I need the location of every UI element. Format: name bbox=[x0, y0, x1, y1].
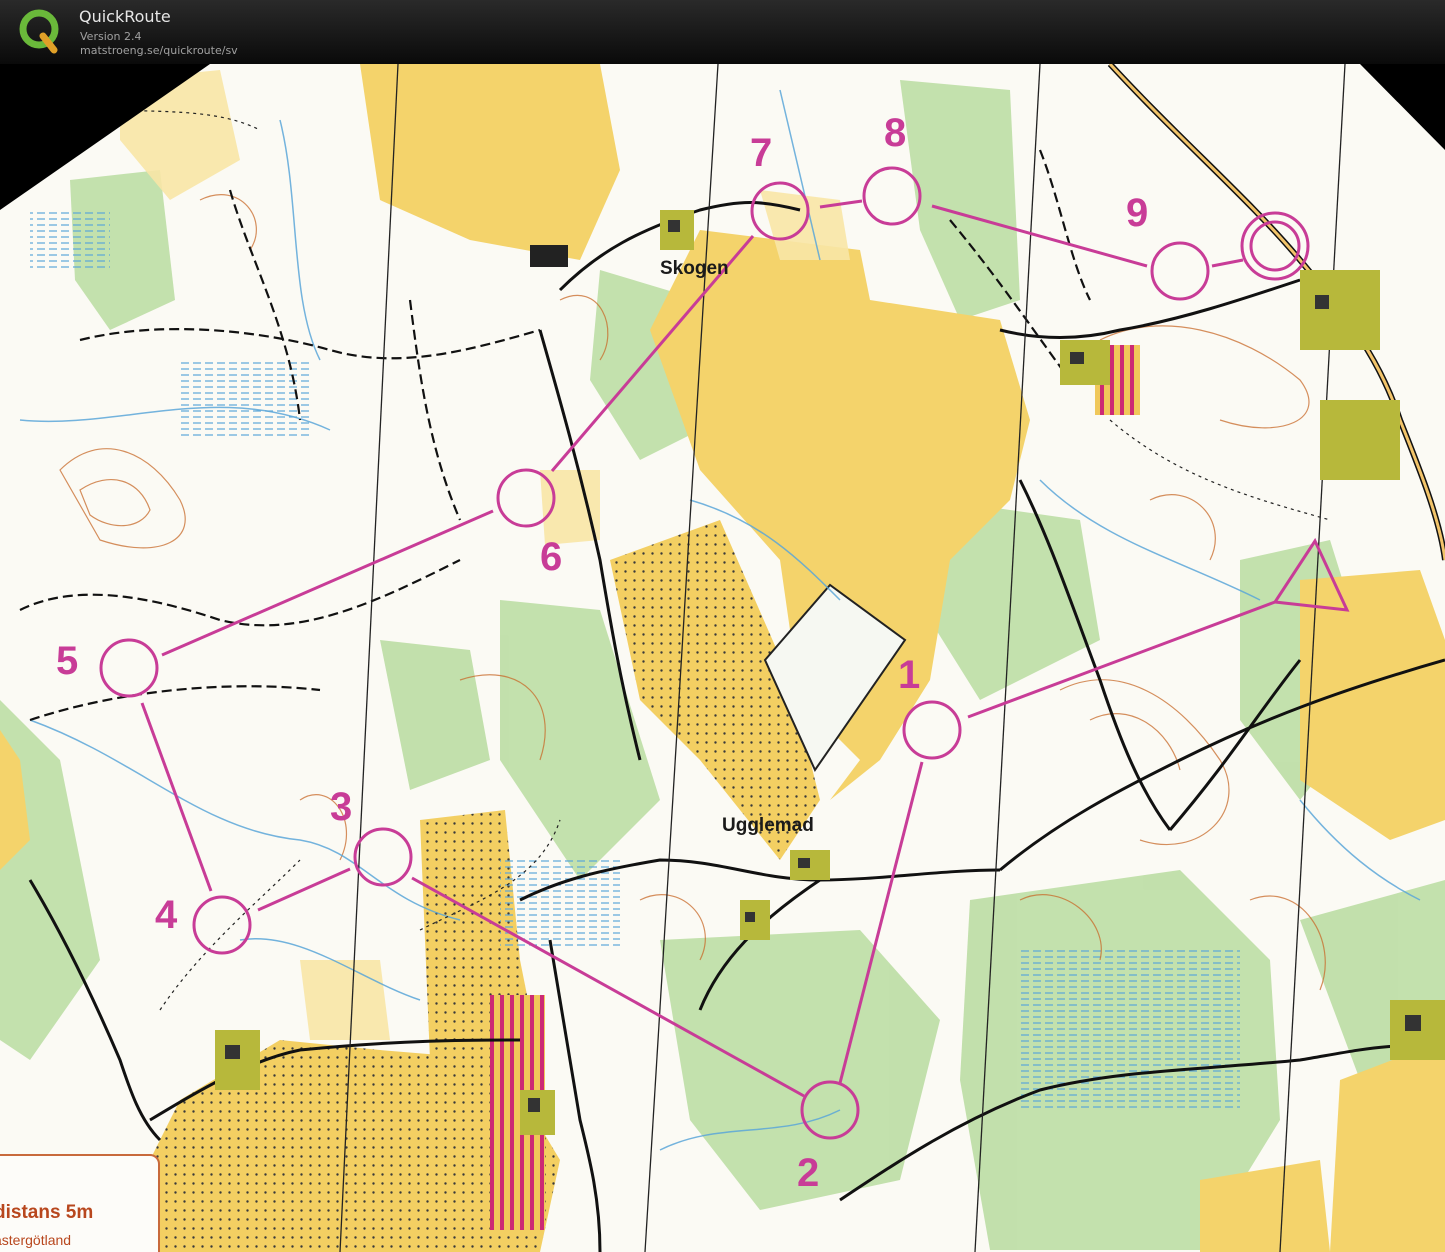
control-number-4: 4 bbox=[155, 893, 178, 937]
legend-subtitle: ästergötland bbox=[0, 1232, 72, 1248]
app-titlebar: QuickRoute Version 2.4 matstroeng.se/qui… bbox=[0, 0, 1445, 64]
legend-title: distans 5m bbox=[0, 1202, 94, 1223]
control-number-6: 6 bbox=[540, 535, 562, 579]
app-title: QuickRoute bbox=[79, 7, 171, 26]
map-legend-box: distans 5m ästergötland bbox=[0, 1154, 160, 1252]
control-number-5: 5 bbox=[56, 639, 78, 683]
app-version: Version 2.4 bbox=[80, 30, 142, 43]
control-number-1: 1 bbox=[898, 653, 920, 697]
quickroute-logo-icon bbox=[19, 9, 59, 54]
control-number-2: 2 bbox=[797, 1151, 819, 1195]
app-url-link[interactable]: matstroeng.se/quickroute/sv bbox=[80, 44, 238, 57]
control-number-7: 7 bbox=[750, 131, 772, 175]
control-number-9: 9 bbox=[1126, 191, 1148, 235]
control-number-8: 8 bbox=[884, 111, 906, 155]
place-name-ugglemad: Ugglemad bbox=[722, 815, 814, 836]
map-canvas: 1 2 3 4 5 6 7 8 9 Skogen Ugglemad bbox=[0, 64, 1445, 1252]
orienteering-map[interactable]: 1 2 3 4 5 6 7 8 9 Skogen Ugglemad distan… bbox=[0, 64, 1445, 1252]
place-name-skogen: Skogen bbox=[660, 258, 729, 279]
control-number-3: 3 bbox=[330, 785, 352, 829]
